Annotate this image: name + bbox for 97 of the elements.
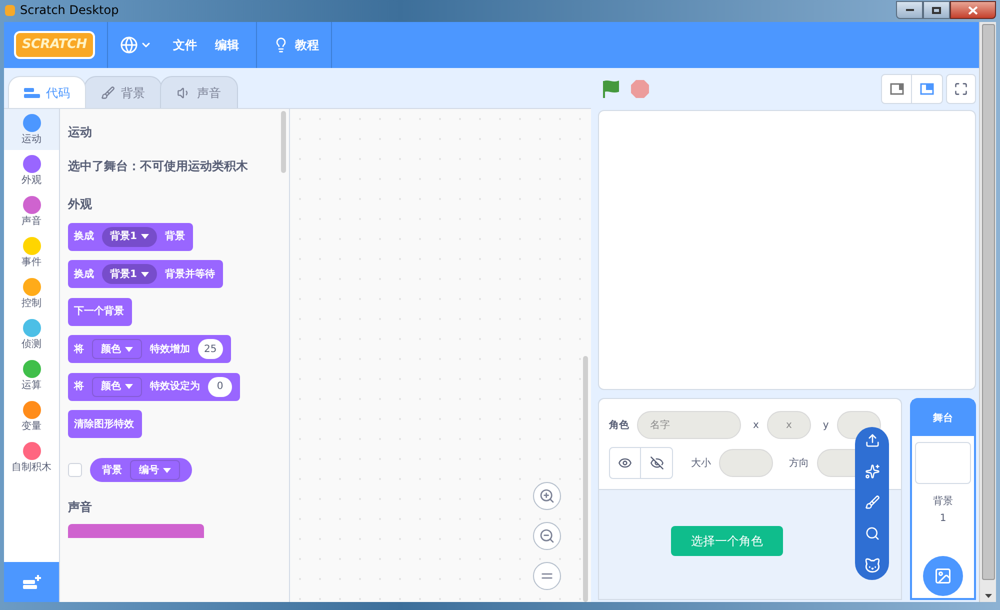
code-block[interactable]: 将 颜色 特效增加 25 bbox=[68, 335, 231, 363]
block-label: 下一个背景 bbox=[74, 304, 124, 319]
size-label: 大小 bbox=[691, 456, 711, 470]
flag-icon[interactable] bbox=[601, 79, 621, 99]
eye-icon bbox=[618, 456, 632, 470]
stage-thumbnail[interactable] bbox=[915, 442, 971, 484]
reporter-block[interactable]: 背景 编号 bbox=[90, 458, 192, 482]
zoom-out-button[interactable] bbox=[533, 522, 561, 550]
code-block[interactable]: 将 颜色 特效设定为 0 bbox=[68, 372, 240, 400]
scrollbar-thumb[interactable] bbox=[982, 24, 994, 580]
app-icon bbox=[4, 4, 16, 16]
category-button[interactable]: 控制 bbox=[4, 273, 59, 314]
block-label: 背景 bbox=[164, 230, 185, 244]
caret-icon bbox=[125, 346, 133, 352]
add-extension-button[interactable] bbox=[4, 562, 59, 602]
code-block[interactable]: 换成 背景1 背景并等待 bbox=[68, 260, 223, 288]
block-label: 清除图形特效 bbox=[74, 418, 134, 432]
category-heading: 外观 bbox=[68, 196, 93, 213]
category-button[interactable]: 运算 bbox=[4, 355, 59, 396]
caret-icon bbox=[140, 234, 149, 239]
caret-icon bbox=[140, 272, 149, 276]
cat-icon[interactable] bbox=[864, 557, 880, 574]
code-blocks-icon bbox=[24, 88, 40, 98]
tooltip: 选择一个角色 bbox=[671, 526, 783, 556]
category-heading: 运动 bbox=[68, 124, 93, 141]
choose-backdrop-button[interactable] bbox=[923, 556, 963, 596]
x-field[interactable]: x bbox=[766, 411, 811, 439]
number-input[interactable]: 0 bbox=[208, 376, 232, 396]
size-field[interactable] bbox=[719, 449, 773, 477]
scroll-down-icon[interactable] bbox=[984, 594, 992, 598]
block-label: 将 bbox=[74, 380, 84, 394]
backdrops-label: 背景 bbox=[933, 494, 953, 509]
block-label: 换成 bbox=[74, 268, 94, 282]
reset-zoom-button[interactable] bbox=[533, 562, 561, 590]
small-stage-icon bbox=[890, 83, 904, 95]
editor-tab[interactable]: 代码 bbox=[8, 76, 86, 108]
code-block[interactable]: 下一个背景 bbox=[68, 298, 132, 326]
category-button[interactable]: 侦测 bbox=[4, 314, 59, 355]
scrollbar-thumb[interactable] bbox=[281, 111, 286, 173]
close-icon bbox=[968, 6, 978, 14]
eye-off-icon bbox=[650, 456, 664, 470]
menu-item[interactable]: 文件 bbox=[164, 36, 206, 54]
image-icon bbox=[934, 567, 952, 585]
category-button[interactable]: 事件 bbox=[4, 232, 59, 273]
block-dropdown[interactable]: 颜色 bbox=[92, 339, 142, 359]
close-button[interactable] bbox=[950, 1, 996, 19]
fullscreen-icon bbox=[954, 82, 968, 96]
category-heading: 声音 bbox=[68, 499, 93, 516]
code-block[interactable]: 换成 背景1 背景 bbox=[68, 222, 193, 250]
minimize-button[interactable] bbox=[896, 1, 923, 19]
category-button[interactable]: 运动 bbox=[4, 109, 59, 150]
maximize-button[interactable] bbox=[923, 1, 950, 19]
block-label: 特效设定为 bbox=[150, 379, 200, 394]
x-label: x bbox=[753, 418, 759, 432]
tutorials-button[interactable]: 教程 bbox=[264, 36, 327, 54]
checkbox[interactable] bbox=[68, 463, 82, 477]
number-input[interactable]: 25 bbox=[198, 339, 223, 359]
stage-panel-header: 舞台 bbox=[912, 400, 974, 436]
block-label: 背景 bbox=[102, 464, 122, 478]
extension-icon bbox=[22, 574, 42, 590]
category-button[interactable]: 自制积木 bbox=[4, 437, 59, 478]
block-label: 特效增加 bbox=[150, 342, 190, 356]
upload-icon[interactable] bbox=[864, 433, 880, 448]
brush-icon[interactable] bbox=[864, 495, 880, 510]
block-dropdown[interactable]: 背景1 bbox=[102, 226, 157, 246]
name-field[interactable]: 名字 bbox=[637, 411, 741, 439]
sparkles-icon[interactable] bbox=[864, 464, 880, 479]
large-stage-icon bbox=[920, 83, 934, 95]
block-label: 换成 bbox=[74, 230, 94, 244]
zoom-in-icon bbox=[539, 488, 555, 504]
fullscreen-button[interactable] bbox=[946, 74, 976, 104]
brush-icon bbox=[101, 86, 115, 100]
block-dropdown[interactable]: 背景1 bbox=[102, 264, 157, 284]
search-icon[interactable] bbox=[864, 526, 880, 541]
block-label: 背景并等待 bbox=[164, 267, 215, 282]
zoom-out-icon bbox=[539, 528, 555, 544]
backdrop-count: 1 bbox=[940, 512, 946, 526]
editor-tab[interactable]: 背景 bbox=[84, 76, 162, 108]
scrollbar-thumb[interactable] bbox=[583, 356, 588, 602]
editor-tab[interactable]: 声音 bbox=[160, 76, 238, 108]
direction-label: 方向 bbox=[789, 456, 809, 470]
menu-item[interactable]: 编辑 bbox=[206, 36, 248, 54]
caret-icon bbox=[163, 468, 171, 472]
info-text: 选中了舞台：不可使用运动类积木 bbox=[68, 158, 249, 175]
category-button[interactable]: 外观 bbox=[4, 150, 59, 191]
block-label: 将 bbox=[74, 342, 84, 356]
y-label: y bbox=[822, 418, 829, 432]
zoom-in-button[interactable] bbox=[533, 482, 561, 510]
block-dropdown[interactable]: 编号 bbox=[130, 460, 180, 480]
block-dropdown[interactable]: 颜色 bbox=[92, 376, 142, 396]
category-button[interactable]: 声音 bbox=[4, 191, 59, 232]
sprite-label: 角色 bbox=[609, 418, 629, 432]
code-block[interactable]: 清除图形特效 bbox=[68, 410, 142, 438]
caret-icon bbox=[125, 384, 133, 389]
window-title: Scratch Desktop bbox=[20, 2, 119, 19]
globe-icon bbox=[120, 36, 138, 54]
category-button[interactable]: 变量 bbox=[4, 396, 59, 437]
